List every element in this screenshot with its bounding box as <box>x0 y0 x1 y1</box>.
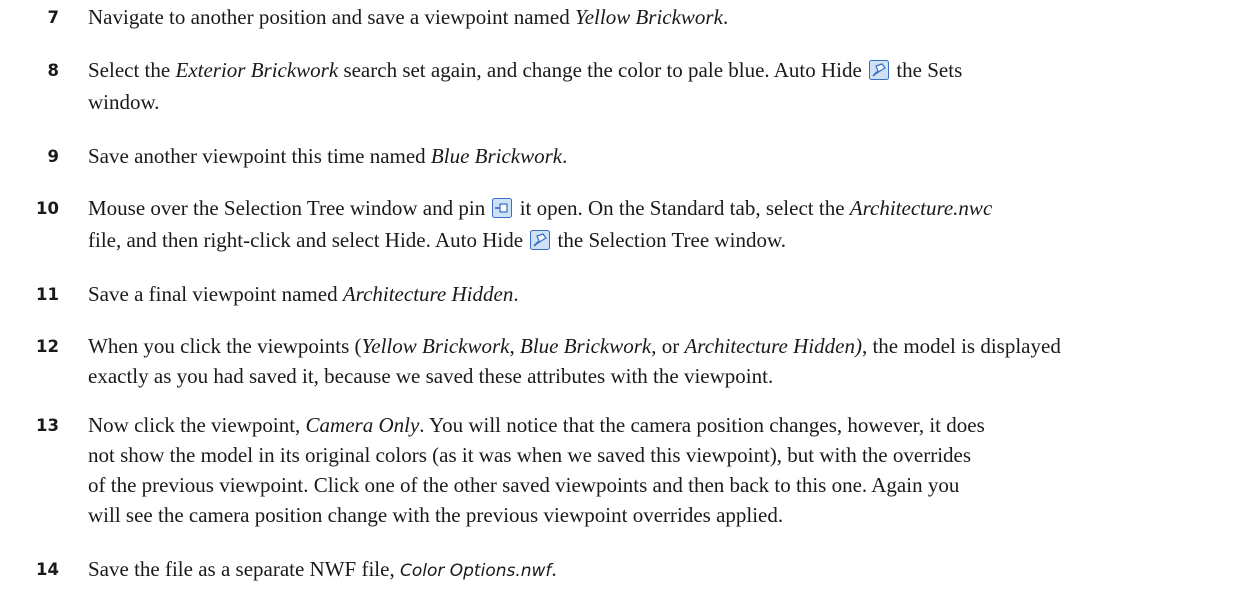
text-run: . <box>551 557 557 581</box>
text-run: . <box>722 5 729 29</box>
text-line: file, and then right-click and select Hi… <box>88 225 1258 257</box>
text-line: Save the file as a separate NWF file, Co… <box>88 554 1258 586</box>
text-run: search set again, and change the color t… <box>338 58 868 82</box>
emphasized-text: Camera Only <box>305 413 420 437</box>
text-run: When you click the viewpoints ( <box>88 334 362 358</box>
step-number: 8 <box>47 61 59 80</box>
step-text: Now click the viewpoint, Camera Only. Yo… <box>88 410 1258 530</box>
text-run: Save another viewpoint this time named <box>88 144 431 168</box>
step-number: 14 <box>36 560 59 579</box>
pin-icon <box>492 198 513 218</box>
text-run: will see the camera position change with… <box>88 503 784 527</box>
text-line: Save a final viewpoint named Architectur… <box>88 279 1258 311</box>
text-line: of the previous viewpoint. Click one of … <box>88 470 1258 500</box>
step-number: 12 <box>36 337 59 356</box>
text-line: not show the model in its original color… <box>88 440 1258 470</box>
text-run: . You will notice that the camera positi… <box>419 413 985 437</box>
text-line: exactly as you had saved it, because we … <box>88 361 1258 391</box>
step-number: 7 <box>47 8 59 27</box>
text-line: Select the Exterior Brickwork search set… <box>88 55 1258 87</box>
emphasized-text: Architecture Hidden) <box>684 334 862 358</box>
text-run: of the previous viewpoint. Click one of … <box>88 473 960 497</box>
step-number: 9 <box>47 147 59 166</box>
text-run: the Sets <box>891 58 963 82</box>
text-run: the Selection Tree window. <box>552 227 786 252</box>
text-run: . <box>562 144 568 168</box>
step-number: 11 <box>36 285 59 304</box>
emphasized-text: Color Options.nwf <box>399 561 552 581</box>
step-text: Mouse over the Selection Tree window and… <box>88 193 1258 256</box>
text-line: Save another viewpoint this time named B… <box>88 141 1258 173</box>
text-run: it open. On the Standard tab, select the <box>514 196 850 220</box>
text-run: Now click the viewpoint, <box>88 413 306 437</box>
step-number: 10 <box>36 199 59 218</box>
step-text: Select the Exterior Brickwork search set… <box>88 55 1258 118</box>
text-run: . <box>513 282 519 306</box>
step-text: Save the file as a separate NWF file, Co… <box>88 554 1258 586</box>
text-run: window. <box>88 89 160 114</box>
emphasized-text: Exterior Brickwork <box>175 58 339 82</box>
text-line: Now click the viewpoint, Camera Only. Yo… <box>88 410 1258 440</box>
step-text: Navigate to another position and save a … <box>88 2 1258 34</box>
emphasized-text: Blue Brickwork <box>430 144 563 168</box>
text-run: Save the file as a separate NWF file, <box>88 557 400 581</box>
emphasized-text: Yellow Brickwork <box>361 334 510 358</box>
text-line: Navigate to another position and save a … <box>88 2 1258 34</box>
auto-hide-icon <box>530 229 551 250</box>
text-line: will see the camera position change with… <box>88 500 1258 530</box>
text-run: file, and then right-click and select Hi… <box>88 227 529 252</box>
text-line: When you click the viewpoints (Yellow Br… <box>88 331 1258 361</box>
text-run: , or <box>651 334 685 358</box>
step-text: When you click the viewpoints (Yellow Br… <box>88 331 1258 391</box>
text-run: not show the model in its original color… <box>88 443 972 467</box>
auto-hide-icon <box>869 60 890 80</box>
text-run: Mouse over the Selection Tree window and… <box>88 196 491 220</box>
text-run: Select the <box>88 58 176 82</box>
step-text: Save another viewpoint this time named B… <box>88 141 1258 173</box>
step-text: Save a final viewpoint named Architectur… <box>88 279 1258 311</box>
text-line: Mouse over the Selection Tree window and… <box>88 193 1258 225</box>
text-run: Save a final viewpoint named <box>88 282 343 306</box>
instruction-page: 7 Navigate to another position and save … <box>0 0 1260 593</box>
text-run: exactly as you had saved it, because we … <box>88 364 774 388</box>
emphasized-text: Architecture.nwc <box>849 196 993 220</box>
emphasized-text: Architecture Hidden <box>342 282 514 306</box>
text-line: window. <box>88 87 1258 119</box>
step-number: 13 <box>36 416 59 435</box>
text-run: , the model is displayed <box>861 334 1061 358</box>
text-run: , <box>509 334 520 358</box>
emphasized-text: Yellow Brickwork <box>574 5 723 29</box>
text-run: Navigate to another position and save a … <box>88 5 575 29</box>
emphasized-text: Blue Brickwork <box>520 334 652 358</box>
